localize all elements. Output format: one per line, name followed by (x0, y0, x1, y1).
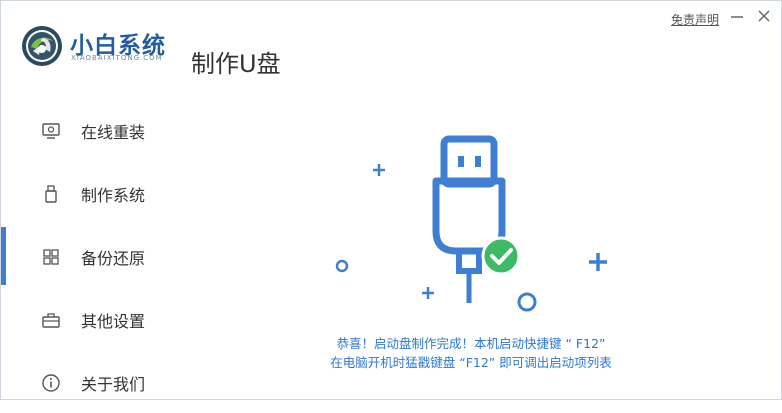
sidebar-item-label: 制作系统 (81, 186, 146, 205)
sparkle-ring-icon (335, 259, 349, 273)
success-check-icon (481, 236, 521, 276)
disclaimer-link[interactable]: 免责声明 (671, 11, 719, 28)
app-window: 小白系统 XIAOBAIXITONG.COM 制作U盘 免责声明 在线重装 制作… (0, 0, 782, 400)
header: 小白系统 XIAOBAIXITONG.COM 制作U盘 免责声明 (1, 1, 781, 101)
sidebar-item-other-settings[interactable]: 其他设置 (1, 290, 191, 350)
info-icon (42, 374, 60, 392)
sparkle-plus-icon (373, 164, 385, 176)
grid-icon (43, 249, 59, 265)
usb-pin (475, 156, 481, 167)
sparkle-ring-icon (517, 292, 537, 312)
sidebar-item-label: 备份还原 (81, 249, 146, 268)
hotkey-hint: 在电脑开机时猛戳键盘 “F12” 即可调出启动项列表 (330, 355, 612, 370)
usb-connector (456, 248, 482, 274)
minimize-button[interactable] (728, 7, 746, 25)
logo: 小白系统 XIAOBAIXITONG.COM (21, 23, 171, 69)
sidebar-item-make-system[interactable]: 制作系统 (1, 164, 191, 224)
close-button[interactable] (755, 7, 773, 25)
sidebar-item-label: 其他设置 (81, 312, 146, 331)
sidebar: 在线重装 制作系统 备份还原 其他设置 关于我们 (1, 101, 191, 399)
usb-success-illustration (335, 135, 607, 312)
sidebar-item-label: 关于我们 (81, 375, 146, 394)
sidebar-item-online-reinstall[interactable]: 在线重装 (1, 101, 191, 161)
usb-pin (458, 156, 464, 167)
usb-head (440, 135, 498, 188)
sidebar-item-label: 在线重装 (81, 123, 146, 142)
page-title: 制作U盘 (191, 50, 281, 78)
monitor-icon (42, 123, 60, 139)
completion-message: 恭喜！启动盘制作完成！本机启动快捷键 “ F12” (336, 336, 606, 351)
sidebar-item-backup-restore[interactable]: 备份还原 (1, 227, 191, 287)
sparkle-plus-icon (422, 287, 434, 299)
logo-icon (22, 26, 62, 66)
sparkle-plus-icon (589, 253, 607, 271)
app-subtitle: XIAOBAIXITONG.COM (71, 54, 163, 62)
sidebar-item-about-us[interactable]: 关于我们 (1, 353, 191, 413)
toolbox-icon (42, 313, 60, 328)
usb-drive-icon (45, 185, 57, 203)
